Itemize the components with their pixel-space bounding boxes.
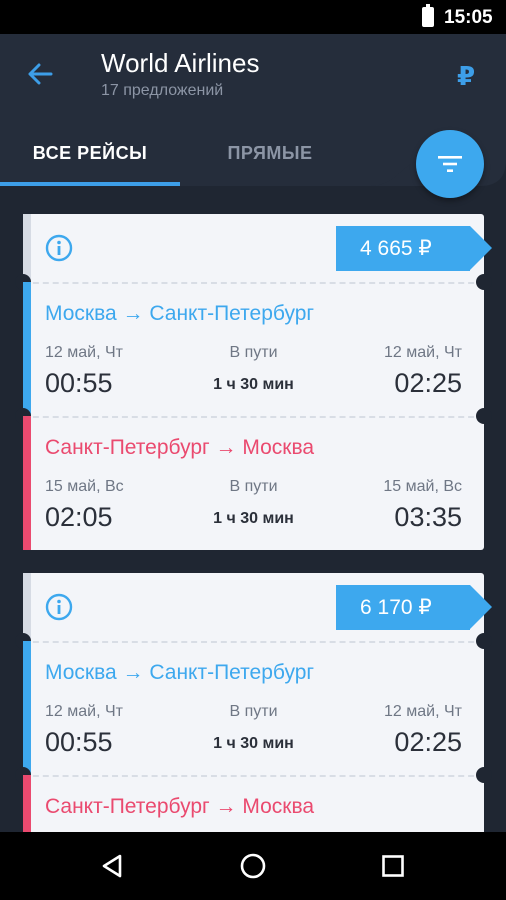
return-leg: Санкт-Петербург → Москва [23, 775, 484, 832]
filter-icon [438, 156, 462, 172]
tab-direct[interactable]: ПРЯМЫЕ [180, 120, 360, 186]
filter-button[interactable] [416, 130, 484, 198]
arrival-time: 03:35 [394, 502, 462, 532]
battery-icon [422, 4, 434, 27]
ticket-header-strip [23, 573, 31, 641]
nav-home-button[interactable] [233, 846, 273, 886]
outbound-leg: Москва → Санкт-Петербург 12 май, Чт В пу… [23, 641, 484, 775]
nav-back-button[interactable] [92, 846, 132, 886]
arrival-date: 12 май, Чт [384, 344, 462, 361]
app-bar: World Airlines 17 предложений ₽ [0, 34, 506, 120]
route-title: Санкт-Петербург → Москва [45, 795, 315, 818]
tab-all-flights[interactable]: ВСЕ РЕЙСЫ [0, 120, 180, 186]
arrow-left-icon [28, 63, 53, 85]
arrival-date: 15 май, Вс [383, 478, 462, 495]
info-icon[interactable] [45, 234, 73, 262]
ticket-header: 6 170 ₽ [23, 573, 492, 641]
triangle-back-icon [102, 854, 122, 878]
circle-home-icon [240, 853, 266, 879]
offers-list[interactable]: 4 665 ₽ Москва → Санкт-Петербург 12 май,… [0, 186, 506, 832]
ticket-card[interactable]: 4 665 ₽ Москва → Санкт-Петербург 12 май,… [15, 214, 492, 550]
arrival-date: 12 май, Чт [384, 703, 462, 720]
price-tag[interactable]: 6 170 ₽ [336, 585, 492, 630]
route-title: Санкт-Петербург → Москва [45, 436, 315, 459]
return-strip [23, 775, 31, 832]
navigation-bar [0, 832, 506, 900]
return-leg: Санкт-Петербург → Москва 15 май, Вс В пу… [23, 416, 484, 550]
outbound-leg: Москва → Санкт-Петербург 12 май, Чт В пу… [23, 282, 484, 416]
page-title: World Airlines [101, 48, 260, 78]
ticket-header: 4 665 ₽ [23, 214, 492, 282]
square-recents-icon [382, 855, 404, 877]
currency-button[interactable]: ₽ [446, 56, 486, 96]
price-tag[interactable]: 4 665 ₽ [336, 226, 492, 271]
status-time: 15:05 [444, 7, 493, 28]
route-title: Москва → Санкт-Петербург [45, 661, 315, 684]
status-bar: 15:05 [0, 0, 506, 34]
nav-recents-button[interactable] [373, 846, 413, 886]
arrival-time: 02:25 [394, 368, 462, 398]
info-icon[interactable] [45, 593, 73, 621]
offers-count: 17 предложений [101, 82, 224, 99]
ticket-header-strip [23, 214, 31, 282]
ticket-card[interactable]: 6 170 ₽ Москва → Санкт-Петербург 12 май,… [15, 573, 492, 832]
arrival-time: 02:25 [394, 727, 462, 757]
back-button[interactable] [20, 54, 60, 94]
route-title: Москва → Санкт-Петербург [45, 302, 315, 325]
